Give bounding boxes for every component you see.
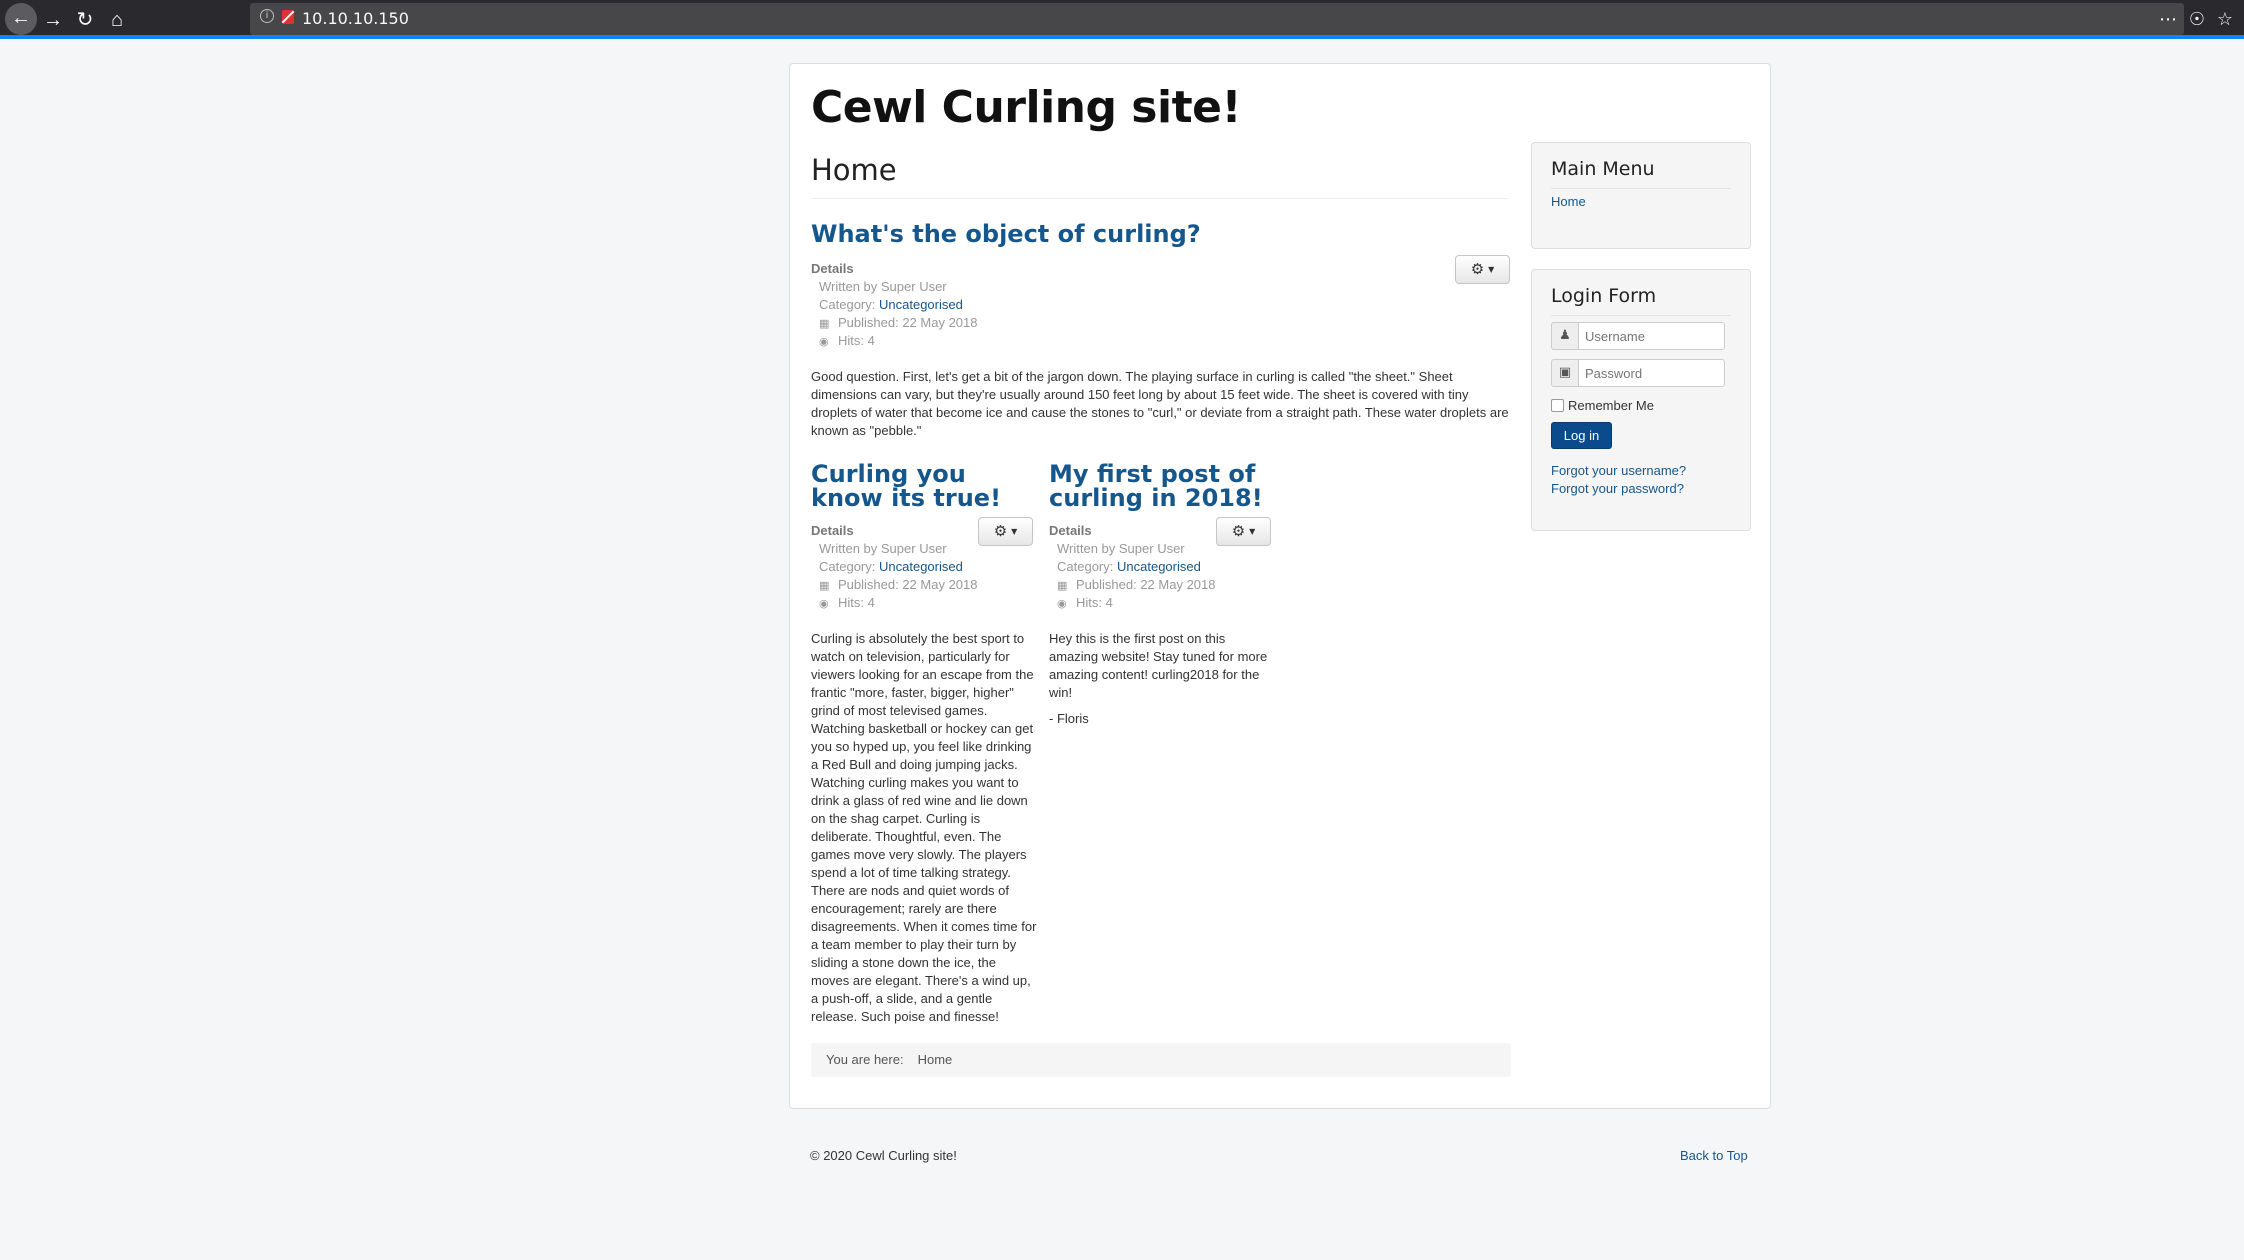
forgot-username-link[interactable]: Forgot your username?	[1551, 463, 1686, 478]
main-menu-panel: Main Menu Home	[1531, 142, 1751, 249]
article-hits: ◉ Hits: 4	[819, 333, 875, 348]
article-hits: ◉ Hits: 4	[819, 595, 875, 610]
login-form-title: Login Form	[1551, 285, 1657, 307]
more-actions-icon[interactable]: ⋯	[2155, 6, 2181, 34]
login-button[interactable]: Log in	[1551, 422, 1612, 449]
browser-toolbar: ← → ↻ ⌂ i 10.10.10.150 ⋯ ☉ ☆	[0, 0, 2244, 39]
category-link[interactable]: Uncategorised	[879, 559, 963, 574]
main-menu-title: Main Menu	[1551, 158, 1655, 180]
footer-copyright: © 2020 Cewl Curling site!	[810, 1148, 957, 1163]
article-author: Written by Super User	[819, 541, 947, 556]
published-date: Published: 22 May 2018	[838, 577, 978, 592]
article-hits: ◉ Hits: 4	[1057, 595, 1113, 610]
back-arrow-icon[interactable]: ←	[5, 3, 37, 35]
hits-count: Hits: 4	[838, 595, 875, 610]
category-label: Category:	[819, 559, 876, 574]
remember-me-row: Remember Me	[1551, 398, 1654, 413]
article-category: Category: Uncategorised	[819, 559, 963, 574]
pocket-icon[interactable]: ☉	[2184, 6, 2210, 34]
hits-count: Hits: 4	[1076, 595, 1113, 610]
address-bar[interactable]: i 10.10.10.150	[250, 3, 2184, 35]
article-title[interactable]: My first post of curling in 2018!	[1049, 462, 1274, 510]
divider	[811, 198, 1508, 199]
article-signature: - Floris	[1049, 711, 1089, 726]
category-label: Category:	[1057, 559, 1114, 574]
article-published: ▦ Published: 22 May 2018	[1057, 577, 1215, 592]
menu-item-home[interactable]: Home	[1551, 194, 1586, 209]
article-published: ▦ Published: 22 May 2018	[819, 577, 977, 592]
gear-icon: ⚙	[1470, 260, 1485, 278]
info-icon[interactable]: i	[260, 9, 274, 23]
category-link[interactable]: Uncategorised	[879, 297, 963, 312]
reload-icon[interactable]: ↻	[70, 5, 100, 35]
gear-icon: ⚙	[1231, 522, 1246, 540]
home-icon[interactable]: ⌂	[102, 5, 132, 35]
gear-icon: ⚙	[993, 522, 1008, 540]
published-date: Published: 22 May 2018	[838, 315, 978, 330]
url-text[interactable]: 10.10.10.150	[302, 9, 409, 28]
calendar-icon: ▦	[819, 579, 830, 592]
bookmark-star-icon[interactable]: ☆	[2212, 6, 2238, 34]
password-row: ▣	[1551, 359, 1725, 387]
eye-icon: ◉	[819, 335, 829, 348]
calendar-icon: ▦	[819, 317, 830, 330]
caret-down-icon: ▼	[1249, 527, 1256, 536]
details-label: Details	[811, 261, 854, 276]
article-category: Category: Uncategorised	[1057, 559, 1201, 574]
site-title[interactable]: Cewl Curling site!	[811, 82, 1242, 133]
article-tools-button[interactable]: ⚙ ▼	[978, 517, 1033, 546]
divider	[1551, 188, 1731, 189]
eye-icon: ◉	[1057, 597, 1067, 610]
username-input[interactable]	[1578, 322, 1725, 350]
article-published: ▦ Published: 22 May 2018	[819, 315, 977, 330]
calendar-icon: ▦	[1057, 579, 1068, 592]
article-tools-button[interactable]: ⚙ ▼	[1455, 255, 1510, 284]
page-heading: Home	[811, 153, 897, 187]
article-body: Curling is absolutely the best sport to …	[811, 631, 1037, 1024]
page-container: Cewl Curling site! Home What's the objec…	[789, 63, 1771, 1109]
caret-down-icon: ▼	[1488, 265, 1495, 274]
forgot-password-link[interactable]: Forgot your password?	[1551, 481, 1684, 496]
remember-me-checkbox[interactable]	[1551, 399, 1564, 412]
article-author: Written by Super User	[819, 279, 947, 294]
breadcrumb-label: You are here:	[826, 1052, 904, 1067]
article-body: Good question. First, let's get a bit of…	[811, 369, 1509, 438]
back-to-top-link[interactable]: Back to Top	[1680, 1148, 1748, 1163]
breadcrumb-current: Home	[917, 1052, 953, 1067]
published-date: Published: 22 May 2018	[1076, 577, 1216, 592]
hits-count: Hits: 4	[838, 333, 875, 348]
username-row: ♟	[1551, 322, 1725, 350]
article-title[interactable]: What's the object of curling?	[811, 222, 1411, 246]
user-icon: ♟	[1551, 322, 1579, 350]
details-label: Details	[811, 523, 854, 538]
lock-icon: ▣	[1551, 359, 1579, 387]
article-author: Written by Super User	[1057, 541, 1185, 556]
category-link[interactable]: Uncategorised	[1117, 559, 1201, 574]
breadcrumb: You are here: Home	[811, 1043, 1511, 1077]
article-tools-button[interactable]: ⚙ ▼	[1216, 517, 1271, 546]
details-label: Details	[1049, 523, 1092, 538]
eye-icon: ◉	[819, 597, 829, 610]
forward-arrow-icon[interactable]: →	[38, 5, 68, 35]
insecure-lock-icon[interactable]	[282, 10, 294, 24]
password-input[interactable]	[1578, 359, 1725, 387]
login-form-panel: Login Form ♟ ▣ Remember Me Log in Forgot…	[1531, 269, 1751, 531]
divider	[1551, 315, 1731, 316]
article-category: Category: Uncategorised	[819, 297, 963, 312]
article-title[interactable]: Curling you know its true!	[811, 462, 1036, 510]
article-body: Hey this is the first post on this amazi…	[1049, 631, 1268, 700]
caret-down-icon: ▼	[1011, 527, 1018, 536]
category-label: Category:	[819, 297, 876, 312]
remember-me-label[interactable]: Remember Me	[1568, 398, 1654, 413]
